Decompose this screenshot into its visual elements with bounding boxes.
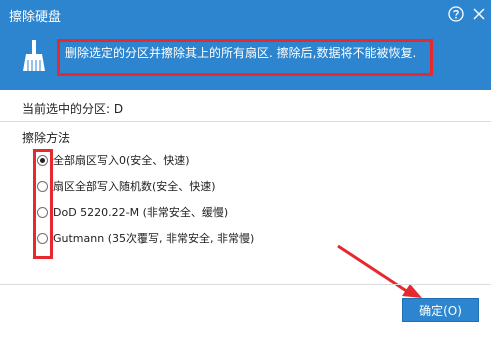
divider <box>0 284 491 285</box>
close-icon[interactable] <box>469 4 489 24</box>
wipe-method-label: 擦除方法 <box>22 131 71 145</box>
help-icon[interactable] <box>446 4 466 24</box>
option-label: Gutmann (35次覆写, 非常安全, 非常慢) <box>53 232 255 245</box>
ok-button[interactable]: 确定(O) <box>402 298 479 322</box>
option-label: 全部扇区写入0(安全、快速) <box>53 154 190 167</box>
title-bar: 擦除硬盘 <box>0 0 491 28</box>
divider <box>0 121 491 122</box>
wipe-option-dod[interactable]: DoD 5220.22-M (非常安全、缓慢) <box>37 202 228 222</box>
info-banner: 删除选定的分区并擦除其上的所有扇区. 擦除后,数据将不能被恢复. <box>0 28 491 90</box>
window-title: 擦除硬盘 <box>9 10 62 25</box>
option-label: 扇区全部写入随机数(安全、快速) <box>53 180 216 193</box>
option-label: DoD 5220.22-M (非常安全、缓慢) <box>53 206 229 219</box>
banner-message: 删除选定的分区并擦除其上的所有扇区. 擦除后,数据将不能被恢复. <box>65 46 417 60</box>
annotation-arrow-icon <box>337 244 422 298</box>
selected-partition-label: 当前选中的分区: D <box>22 102 124 116</box>
wipe-option-zero[interactable]: 全部扇区写入0(安全、快速) <box>37 150 190 170</box>
wipe-option-random[interactable]: 扇区全部写入随机数(安全、快速) <box>37 176 216 196</box>
wipe-option-gutmann[interactable]: Gutmann (35次覆写, 非常安全, 非常慢) <box>37 228 254 248</box>
broom-icon <box>23 40 45 71</box>
annotation-box-radios <box>33 149 53 259</box>
